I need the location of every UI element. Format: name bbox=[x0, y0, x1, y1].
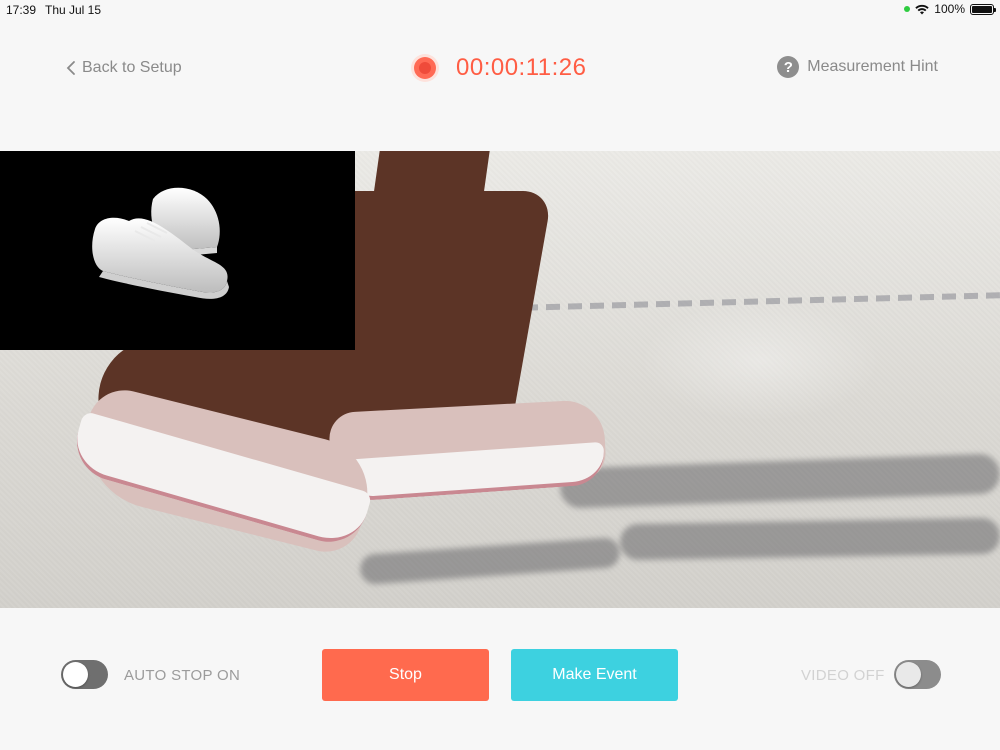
question-icon: ? bbox=[777, 56, 800, 78]
toggle-knob bbox=[63, 662, 88, 687]
auto-stop-toggle[interactable] bbox=[61, 660, 108, 689]
chevron-left-icon bbox=[66, 61, 75, 75]
make-event-button[interactable]: Make Event bbox=[511, 649, 678, 701]
status-date: Thu Jul 15 bbox=[45, 3, 102, 17]
video-toggle[interactable] bbox=[894, 660, 941, 689]
status-indicators: 100% bbox=[904, 2, 996, 16]
camera-indicator-icon bbox=[904, 6, 911, 12]
shadow bbox=[359, 536, 621, 586]
shoe-model-icon bbox=[92, 187, 229, 299]
status-time: 17:39 bbox=[6, 3, 37, 17]
battery-percent: 100% bbox=[934, 2, 965, 16]
stop-button[interactable]: Stop bbox=[322, 649, 489, 701]
wifi-icon bbox=[915, 4, 929, 14]
shadow bbox=[619, 517, 1000, 561]
back-to-setup-button[interactable]: Back to Setup bbox=[66, 57, 182, 79]
status-bar: 17:39 Thu Jul 15 100% bbox=[0, 0, 1000, 20]
shadow bbox=[559, 453, 1000, 509]
shoe-model-preview bbox=[0, 151, 355, 350]
back-label: Back to Setup bbox=[82, 59, 182, 76]
auto-stop-label: AUTO STOP ON bbox=[124, 667, 241, 684]
video-label: VIDEO OFF bbox=[801, 667, 885, 684]
battery-icon bbox=[970, 3, 996, 15]
measurement-hint-button[interactable]: ? Measurement Hint bbox=[777, 55, 938, 79]
hint-label: Measurement Hint bbox=[807, 58, 938, 75]
road-marking bbox=[480, 292, 1000, 312]
timer-text: 00:00:11:26 bbox=[456, 54, 587, 81]
record-icon bbox=[414, 57, 436, 79]
toggle-knob bbox=[896, 662, 921, 687]
recording-timer: 00:00:11:26 bbox=[414, 53, 587, 83]
